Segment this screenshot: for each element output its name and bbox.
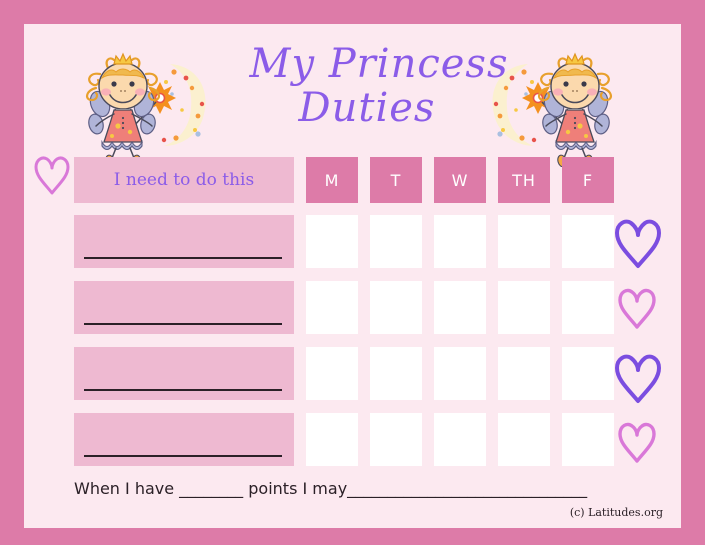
checkbox-2-w[interactable] [434,281,486,334]
checkbox-3-m[interactable] [306,347,358,400]
page-title-line2: Duties [298,85,436,131]
checkbox-2-t[interactable] [370,281,422,334]
table-header-row: I need to do this M T W TH F [74,157,654,203]
checkbox-1-f[interactable] [562,215,614,268]
task-input-4[interactable] [74,413,294,466]
page-title: My Princess Duties [229,42,529,130]
checkbox-3-th[interactable] [498,347,550,400]
checkbox-4-f[interactable] [562,413,614,466]
writing-line-2 [84,323,282,325]
checkbox-1-th[interactable] [498,215,550,268]
checkbox-4-th[interactable] [498,413,550,466]
task-input-3[interactable] [74,347,294,400]
table-row [74,347,654,400]
task-column-header: I need to do this [74,157,294,203]
checkbox-1-w[interactable] [434,215,486,268]
page-title-line1: My Princess [249,41,509,87]
heart-left-header-icon [32,152,72,201]
checkbox-2-f[interactable] [562,281,614,334]
day-header-th: TH [498,157,550,203]
checkbox-3-t[interactable] [370,347,422,400]
table-row [74,215,654,268]
day-header-t: T [370,157,422,203]
writing-line-3 [84,389,282,391]
writing-line-1 [84,257,282,259]
task-input-1[interactable] [74,215,294,268]
table-row [74,413,654,466]
checkbox-1-m[interactable] [306,215,358,268]
duties-chart-table: I need to do this M T W TH F [74,157,654,479]
day-header-f: F [562,157,614,203]
checkbox-4-t[interactable] [370,413,422,466]
checkbox-3-w[interactable] [434,347,486,400]
table-row [74,281,654,334]
checkbox-3-f[interactable] [562,347,614,400]
checkbox-4-m[interactable] [306,413,358,466]
reward-statement[interactable]: When I have ________ points I may_______… [74,479,634,498]
worksheet-body: My Princess Duties I need to do this M T… [24,24,681,528]
worksheet-page: My Princess Duties I need to do this M T… [0,0,705,545]
day-header-w: W [434,157,486,203]
checkbox-4-w[interactable] [434,413,486,466]
copyright-credit: (c) Latitudes.org [569,506,663,519]
checkbox-2-th[interactable] [498,281,550,334]
fairy-princess-left-icon [52,42,212,168]
writing-line-4 [84,455,282,457]
day-header-m: M [306,157,358,203]
checkbox-2-m[interactable] [306,281,358,334]
task-input-2[interactable] [74,281,294,334]
checkbox-1-t[interactable] [370,215,422,268]
